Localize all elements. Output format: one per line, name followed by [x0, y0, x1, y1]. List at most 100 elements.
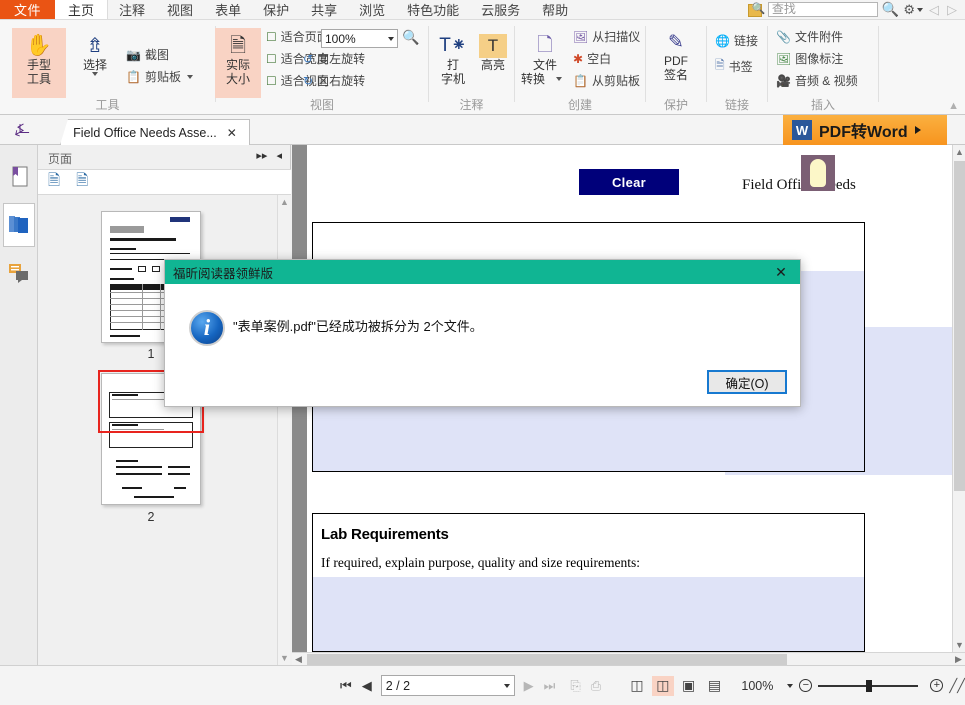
zoom-level-value: 100%: [325, 32, 356, 46]
comments-panel-icon[interactable]: [3, 251, 35, 295]
search-input[interactable]: 查找: [768, 2, 878, 17]
document-tab[interactable]: Field Office Needs Asse... ✕: [60, 119, 250, 145]
menu-item-features[interactable]: 特色功能: [396, 0, 470, 19]
zoom-slider-group[interactable]: − + ╱╱: [779, 678, 965, 694]
file-convert-dropdown-icon[interactable]: [556, 77, 562, 81]
nav-forward-icon[interactable]: ▷: [947, 2, 957, 18]
menu-item-cloud[interactable]: 云服务: [470, 0, 531, 19]
last-page-icon[interactable]: ⏭: [544, 678, 556, 694]
navigation-rail: [0, 145, 38, 665]
pages-scroll-up-icon[interactable]: ▲: [278, 195, 291, 209]
collapse-panel-icon[interactable]: ◂: [276, 150, 282, 162]
menu-item-form[interactable]: 表单: [204, 0, 252, 19]
gear-icon[interactable]: ⚙: [903, 2, 915, 18]
blank-page-button[interactable]: ✱ 空白: [573, 50, 611, 67]
link-button[interactable]: 🌐 链接: [715, 32, 758, 49]
from-scanner-button[interactable]: 🖼 从扫描仪: [573, 28, 640, 45]
menu-item-browse[interactable]: 浏览: [348, 0, 396, 19]
ribbon-group-protect: ✎ PDF 签名 保护: [646, 20, 706, 115]
ribbon-group-protect-label: 保护: [646, 96, 706, 113]
close-tab-icon[interactable]: ✕: [227, 126, 237, 140]
zoom-level-dropdown-icon[interactable]: [388, 37, 394, 41]
file-attachment-button[interactable]: 📎 文件附件: [776, 28, 843, 45]
highlight-button[interactable]: T 高亮: [475, 28, 511, 76]
menu-item-comment[interactable]: 注释: [108, 0, 156, 19]
collapse-ribbon-icon[interactable]: ▲: [948, 100, 959, 112]
two-page-continuous-view-icon[interactable]: ▤: [704, 676, 726, 696]
zoom-slider-knob[interactable]: [866, 680, 872, 692]
menu-item-share[interactable]: 共享: [300, 0, 348, 19]
document-horizontal-scrollbar[interactable]: ◀ ▶: [292, 652, 965, 665]
select-tool-button[interactable]: ⇯ 选择: [70, 28, 120, 98]
menu-item-protect[interactable]: 保护: [252, 0, 300, 19]
page-thumbnails-panel-icon[interactable]: [3, 203, 35, 247]
zoom-in-thumbnail-icon[interactable]: 🗎: [48, 170, 60, 195]
previous-page-icon[interactable]: ◀: [362, 678, 372, 694]
actual-size-button[interactable]: 🗎 实际 大小: [215, 28, 261, 98]
file-attachment-icon: 📎: [776, 30, 791, 44]
link-label: 链接: [734, 32, 758, 49]
page-number-dropdown-icon[interactable]: [504, 684, 510, 688]
typewriter-button[interactable]: T⁕ 打 字机: [435, 28, 471, 98]
ribbon-group-insert-label: 插入: [768, 96, 878, 113]
menu-item-view[interactable]: 视图: [156, 0, 204, 19]
screenshot-button[interactable]: 📷 截图: [126, 46, 169, 63]
next-page-icon[interactable]: ▶: [524, 678, 534, 694]
document-vertical-scrollbar[interactable]: ▲ ▼: [952, 145, 965, 652]
magnifier-icon[interactable]: 🔍: [882, 1, 899, 18]
page-number-input[interactable]: 2 / 2: [381, 675, 515, 696]
from-scanner-label: 从扫描仪: [592, 28, 640, 45]
doc-scroll-down-icon[interactable]: ▼: [953, 638, 965, 652]
first-page-icon[interactable]: ⏮: [340, 678, 352, 694]
file-convert-button[interactable]: 🗋 文件 转换: [521, 28, 569, 98]
zoom-in-button[interactable]: 🔍: [402, 29, 419, 46]
doc-vscroll-thumb[interactable]: [954, 161, 965, 491]
audio-video-icon: 🎥: [776, 74, 791, 88]
audio-video-button[interactable]: 🎥 音频 & 视频: [776, 72, 858, 89]
clipboard-dropdown-icon[interactable]: [187, 75, 193, 79]
blank-page-label: 空白: [587, 50, 611, 67]
pdf-to-word-button[interactable]: W PDF转Word: [783, 115, 947, 145]
doc-hscroll-thumb[interactable]: [307, 654, 787, 665]
nav-back-icon[interactable]: ◁: [929, 2, 939, 18]
pages-scroll-down-icon[interactable]: ▼: [278, 651, 291, 665]
rotate-right-button[interactable]: ↻ 向右旋转: [303, 72, 365, 89]
continuous-page-view-icon[interactable]: ◫: [652, 676, 674, 696]
fit-page-button[interactable]: ☐ 适合页面: [266, 28, 329, 45]
ribbon-group-create-label: 创建: [515, 96, 645, 113]
doc-scroll-up-icon[interactable]: ▲: [953, 145, 965, 159]
dialog-ok-button[interactable]: 确定(O): [707, 370, 787, 394]
select-tool-dropdown-icon[interactable]: [92, 72, 98, 76]
rotate-left-button[interactable]: ↺ 向左旋转: [303, 50, 365, 67]
zoom-level-combo[interactable]: 100%: [321, 29, 398, 48]
pdf-sign-button[interactable]: ✎ PDF 签名: [652, 28, 700, 98]
bookmark-button[interactable]: 🗎 书签: [715, 56, 753, 77]
previous-view-icon[interactable]: ⎘: [570, 678, 580, 694]
clear-button[interactable]: Clear: [579, 169, 679, 195]
menu-cloud-label: 云服务: [481, 0, 520, 19]
single-page-view-icon[interactable]: ◫: [626, 676, 648, 696]
zoom-out-thumbnail-icon[interactable]: 🗎: [76, 170, 88, 195]
find-document-icon[interactable]: [747, 2, 765, 18]
hand-tool-button[interactable]: ✋ 手型 工具: [12, 28, 66, 98]
menu-item-help[interactable]: 帮助: [531, 0, 579, 19]
zoom-preset-dropdown-icon[interactable]: [787, 684, 793, 688]
resize-grip-icon[interactable]: ╱╱: [949, 678, 965, 694]
dialog-close-icon[interactable]: ✕: [766, 260, 796, 284]
pages-panel-controls[interactable]: ▸▸ ◂: [256, 149, 282, 162]
menu-item-home[interactable]: 主页: [55, 0, 108, 19]
zoom-in-icon[interactable]: +: [930, 679, 943, 692]
bookmark-panel-icon[interactable]: [3, 155, 35, 199]
zoom-out-icon[interactable]: −: [799, 679, 812, 692]
two-page-view-icon[interactable]: ▣: [678, 676, 700, 696]
menu-item-file[interactable]: 文件: [0, 0, 55, 19]
from-clipboard-button[interactable]: 📋 从剪贴板: [573, 72, 640, 89]
clipboard-button[interactable]: 📋 剪贴板: [126, 68, 193, 85]
ribbon-group-comment-label: 注释: [429, 96, 514, 113]
split-success-dialog: 福昕阅读器领鲜版 ✕ i "表单案例.pdf"已经成功被拆分为 2个文件。 确定…: [164, 259, 801, 407]
chevron-down-icon[interactable]: [917, 8, 923, 12]
image-annotation-button[interactable]: 🖼 图像标注: [776, 50, 843, 67]
lab-requirements-field[interactable]: [313, 577, 864, 651]
next-view-icon[interactable]: ⎙: [591, 678, 601, 694]
expand-panel-icon[interactable]: ▸▸: [256, 150, 267, 162]
